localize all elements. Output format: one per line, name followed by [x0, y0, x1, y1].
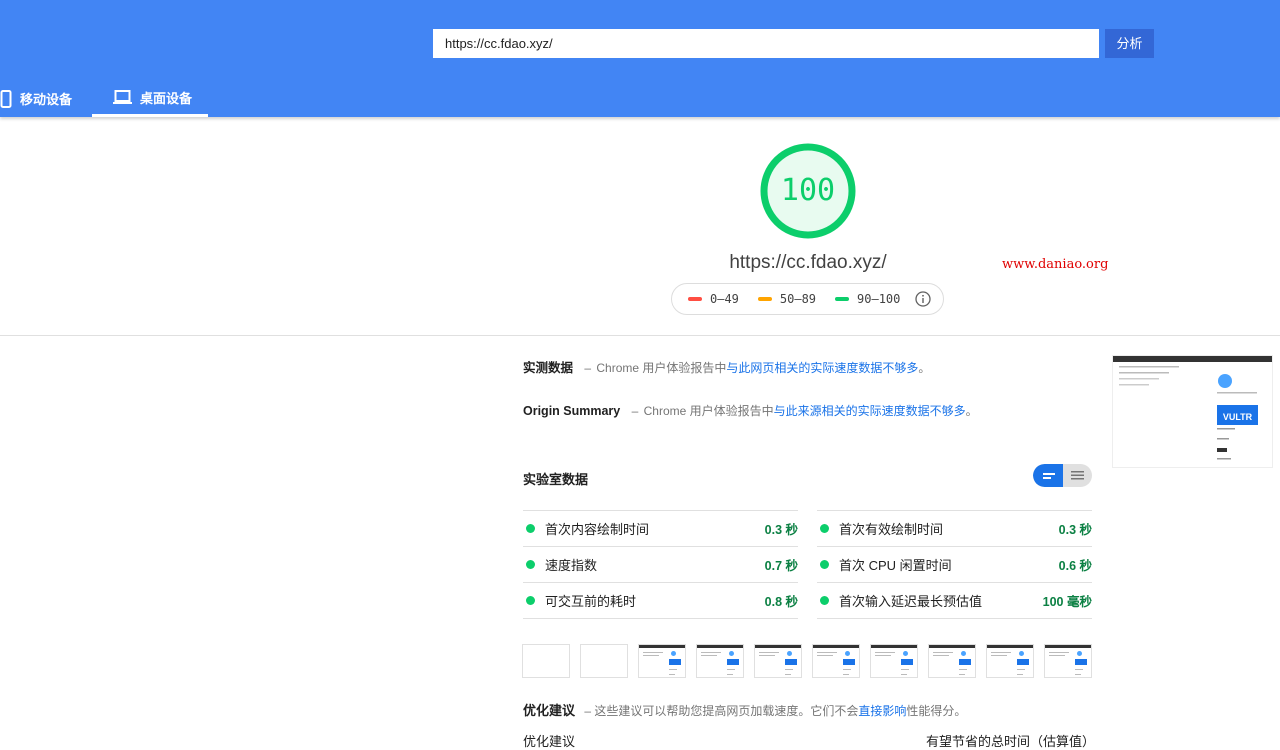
lab-data-title: 实验室数据 — [523, 472, 589, 487]
metric-fcp: 首次内容绘制时间 0.3 秒 — [523, 510, 798, 546]
tab-mobile[interactable]: 移动设备 — [0, 80, 90, 117]
filmstrip-frame — [1044, 644, 1092, 678]
metric-value: 0.3 秒 — [764, 523, 798, 537]
filmstrip-frame — [754, 644, 802, 678]
opportunities-dash: – — [584, 704, 592, 718]
score-legend: 0–49 50–89 90–100 — [671, 283, 944, 315]
field-data-dash: – — [584, 361, 592, 375]
metric-label: 速度指数 — [545, 558, 598, 573]
metric-value: 0.6 秒 — [1058, 559, 1092, 573]
pass-dot-icon — [526, 560, 535, 569]
origin-summary-dash: – — [631, 404, 639, 418]
tab-mobile-label: 移动设备 — [20, 92, 73, 107]
pass-dot-icon — [820, 524, 829, 533]
filmstrip-frame — [580, 644, 628, 678]
legend-pass: 90–100 — [835, 292, 900, 306]
metric-tti: 可交互前的耗时 0.8 秒 — [523, 582, 798, 619]
origin-summary-title: Origin Summary — [523, 404, 621, 418]
url-input[interactable] — [433, 29, 1099, 58]
phone-icon — [0, 89, 12, 108]
tab-desktop-label: 桌面设备 — [140, 90, 193, 106]
legend-fail: 0–49 — [688, 292, 739, 306]
metric-first-cpu-idle: 首次 CPU 闲置时间 0.6 秒 — [817, 546, 1092, 582]
metric-value: 0.3 秒 — [1058, 523, 1092, 537]
opportunities-link[interactable]: 直接影响 — [858, 704, 906, 718]
opportunities-title: 优化建议 — [523, 703, 576, 718]
score-value: 100 — [780, 173, 836, 208]
origin-summary-suffix: 。 — [965, 404, 978, 418]
pass-dot-icon — [526, 524, 535, 533]
metric-label: 首次有效绘制时间 — [839, 522, 944, 537]
opportunities-row: 优化建议 – 这些建议可以帮助您提高网页加载速度。它们不会直接影响性能得分。 — [523, 700, 966, 719]
watermark-text: www.daniao.org — [1002, 257, 1109, 272]
metric-value: 0.7 秒 — [764, 559, 798, 573]
thumbnail-brand-text: VULTR — [1222, 412, 1253, 422]
tab-desktop[interactable]: 桌面设备 — [92, 80, 208, 117]
pass-dot-icon — [820, 560, 829, 569]
metric-label: 首次 CPU 闲置时间 — [839, 558, 952, 573]
field-data-suffix: 。 — [918, 361, 931, 375]
filmstrip — [522, 644, 1094, 678]
score-gauge: 100 — [759, 142, 857, 240]
metric-speed-index: 速度指数 0.7 秒 — [523, 546, 798, 582]
filmstrip-frame — [986, 644, 1034, 678]
origin-summary-link[interactable]: 与此来源相关的实际速度数据不够多 — [774, 404, 966, 418]
metric-value: 100 毫秒 — [1042, 595, 1092, 609]
field-data-title: 实测数据 — [523, 361, 574, 375]
toggle-expanded-button[interactable] — [1063, 464, 1092, 487]
final-screenshot-thumbnail: VULTR — [1112, 355, 1273, 468]
analyze-button[interactable]: 分析 — [1105, 29, 1154, 58]
legend-average: 50–89 — [757, 292, 816, 306]
filmstrip-frame — [696, 644, 744, 678]
opportunities-suffix: 性能得分。 — [906, 704, 967, 718]
metric-fmp: 首次有效绘制时间 0.3 秒 — [817, 510, 1092, 546]
section-divider — [0, 335, 1280, 336]
origin-summary-prefix: Chrome 用户体验报告中 — [643, 404, 774, 418]
tested-url: https://cc.fdao.xyz/ — [729, 252, 887, 273]
filmstrip-frame — [928, 644, 976, 678]
toggle-compact-button[interactable] — [1033, 464, 1063, 487]
metric-label: 首次输入延迟最长预估值 — [839, 594, 983, 609]
pass-dot-icon — [526, 596, 535, 605]
origin-summary-row: Origin Summary – Chrome 用户体验报告中与此来源相关的实际… — [523, 402, 978, 419]
laptop-icon — [113, 90, 132, 104]
field-data-prefix: Chrome 用户体验报告中 — [596, 361, 727, 375]
filmstrip-frame — [638, 644, 686, 678]
view-toggle[interactable] — [1033, 464, 1092, 487]
pass-dot-icon — [820, 596, 829, 605]
metric-label: 首次内容绘制时间 — [545, 522, 650, 537]
info-icon[interactable] — [915, 291, 932, 307]
estimated-savings-col-header: 有望节省的总时间（估算值） — [926, 734, 1096, 749]
filmstrip-frame — [812, 644, 860, 678]
filmstrip-frame — [522, 644, 570, 678]
field-data-row: 实测数据 – Chrome 用户体验报告中与此网页相关的实际速度数据不够多。 — [523, 357, 930, 376]
metric-value: 0.8 秒 — [764, 595, 798, 609]
field-data-link[interactable]: 与此网页相关的实际速度数据不够多 — [726, 361, 918, 375]
metric-max-fid: 首次输入延迟最长预估值 100 毫秒 — [817, 582, 1092, 619]
filmstrip-frame — [870, 644, 918, 678]
opportunities-col-header: 优化建议 — [523, 734, 576, 749]
header-bar: 分析 移动设备 桌面设备 — [0, 0, 1280, 117]
metric-label: 可交互前的耗时 — [545, 594, 637, 609]
opportunities-prefix: 这些建议可以帮助您提高网页加载速度。它们不会 — [594, 704, 859, 718]
